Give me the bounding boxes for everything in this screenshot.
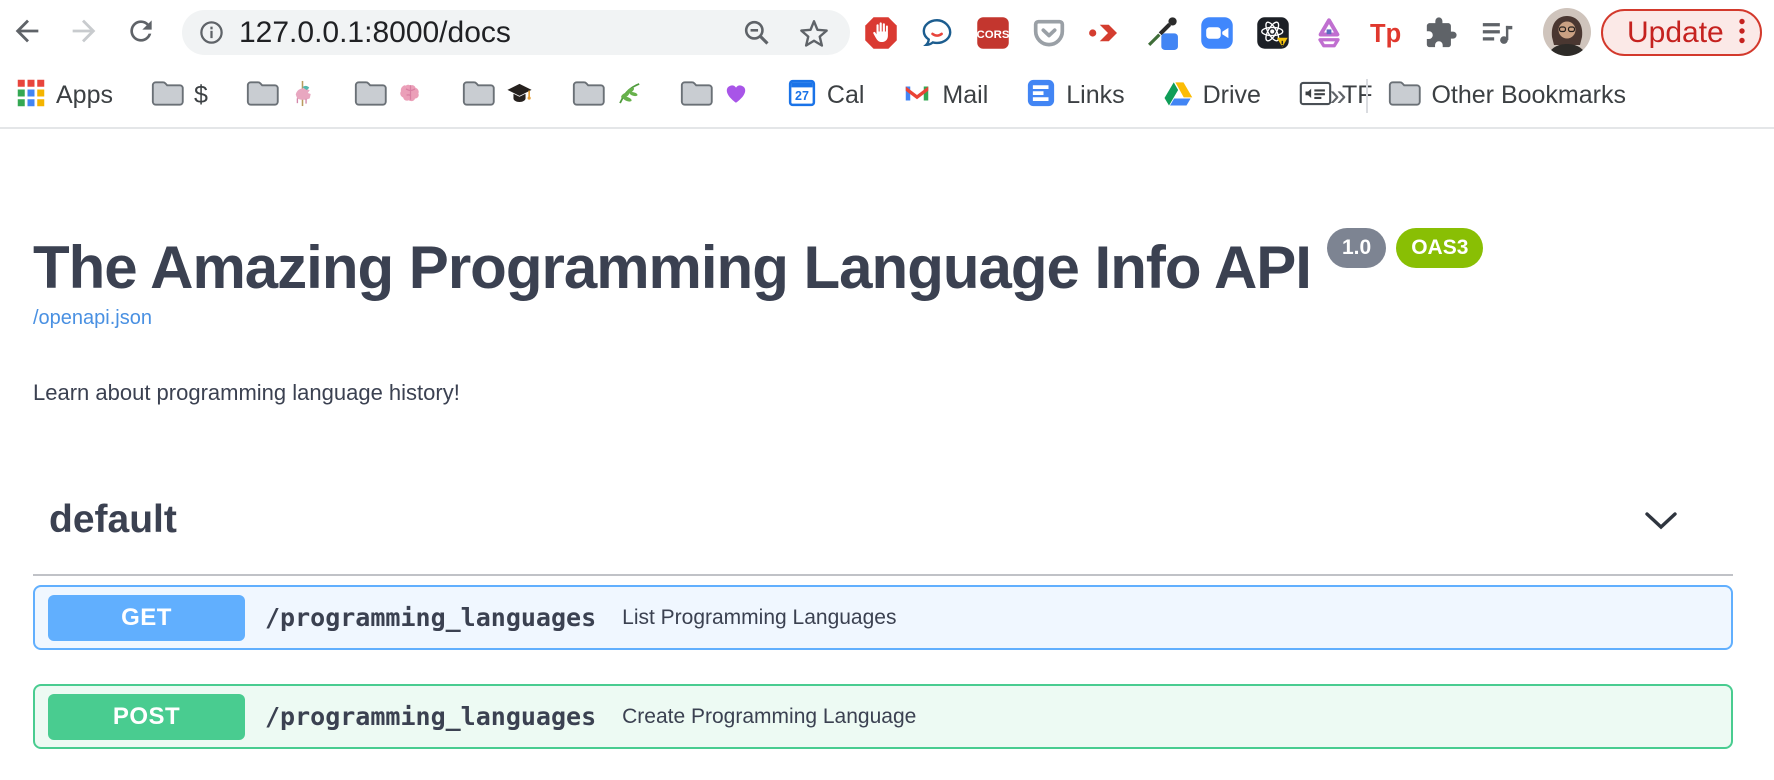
page-title: The Amazing Programming Language Info AP… xyxy=(33,238,1311,298)
endpoint-row-get-programming-languages[interactable]: GET /programming_languages List Programm… xyxy=(33,585,1733,650)
other-bookmarks-label: Other Bookmarks xyxy=(1431,81,1626,110)
zoom-out-icon[interactable] xyxy=(741,17,772,48)
endpoint-summary: Create Programming Language xyxy=(622,705,916,729)
bookmark-apps-label: Apps xyxy=(56,81,113,110)
red-arrow-icon[interactable] xyxy=(1086,14,1124,52)
section-title: default xyxy=(33,498,177,542)
bookmarks-overflow-button[interactable]: » xyxy=(1330,79,1347,113)
bookmark-folder-carousel-horse[interactable] xyxy=(246,80,316,112)
tp-icon-text: Tp xyxy=(1370,20,1401,48)
forward-icon xyxy=(67,14,101,51)
cors-icon[interactable]: CORS xyxy=(974,14,1012,52)
recycle-icon[interactable] xyxy=(1310,14,1348,52)
bookmarks-right-group: » Other Bookmarks xyxy=(1330,79,1626,113)
endpoint-path: /programming_languages xyxy=(265,603,596,632)
cors-icon-text: CORS xyxy=(977,28,1010,40)
info-icon[interactable] xyxy=(198,19,225,46)
bookmarks-divider xyxy=(1366,79,1368,113)
gmail-icon xyxy=(902,78,932,113)
update-button-label: Update xyxy=(1627,16,1724,50)
tp-icon[interactable]: Tp xyxy=(1366,14,1404,52)
version-badge: 1.0 xyxy=(1327,228,1386,268)
folder-icon xyxy=(572,80,605,112)
back-icon xyxy=(10,14,44,51)
folder-icon xyxy=(680,80,713,112)
bookmark-star-icon[interactable] xyxy=(798,17,830,49)
api-description: Learn about programming language history… xyxy=(33,380,460,406)
links-icon xyxy=(1026,78,1056,113)
bookmark-mail-label: Mail xyxy=(942,81,988,110)
dollar-icon: $ xyxy=(194,81,208,110)
hand-blocker-icon[interactable] xyxy=(862,14,900,52)
apps-grid-icon xyxy=(16,78,46,113)
bookmark-folder-herb[interactable] xyxy=(572,80,642,112)
oas3-badge: OAS3 xyxy=(1396,228,1483,268)
endpoint-path: /programming_languages xyxy=(265,702,596,731)
folder-icon xyxy=(246,80,279,112)
bookmark-apps[interactable]: Apps xyxy=(16,78,113,113)
bookmark-drive-label: Drive xyxy=(1203,81,1261,110)
kebab-menu-icon[interactable] xyxy=(1738,17,1746,48)
calendar-icon: 27 xyxy=(787,78,817,113)
reload-icon xyxy=(125,15,157,50)
purple-heart-icon xyxy=(723,80,749,111)
eyedropper-icon[interactable] xyxy=(1142,14,1180,52)
chevron-down-icon[interactable] xyxy=(1644,511,1678,530)
back-button[interactable] xyxy=(5,10,49,54)
section-divider xyxy=(33,574,1733,576)
nav-buttons xyxy=(5,10,163,54)
bookmark-drive[interactable]: Drive xyxy=(1163,78,1261,113)
url-text[interactable]: 127.0.0.1:8000/docs xyxy=(239,16,511,50)
openapi-spec-link[interactable]: /openapi.json xyxy=(33,307,152,330)
profile-avatar[interactable] xyxy=(1543,8,1591,56)
browser-toolbar: 127.0.0.1:8000/docs CORS xyxy=(0,0,1774,64)
method-badge-post: POST xyxy=(48,694,245,740)
puzzle-extensions-icon[interactable] xyxy=(1422,14,1460,52)
pocket-icon[interactable] xyxy=(1030,14,1068,52)
bookmark-links[interactable]: Links xyxy=(1026,78,1124,113)
graduation-cap-icon xyxy=(505,79,534,113)
chat-bubble-icon[interactable] xyxy=(918,14,956,52)
bookmark-mail[interactable]: Mail xyxy=(902,78,988,113)
forward-button[interactable] xyxy=(62,10,106,54)
method-badge-get: GET xyxy=(48,595,245,641)
browser-window: 127.0.0.1:8000/docs CORS xyxy=(0,0,1774,780)
bookmark-folder-graduation-cap[interactable] xyxy=(462,79,534,113)
bookmark-folder-dollar[interactable]: $ xyxy=(151,80,208,112)
endpoint-summary: List Programming Languages xyxy=(622,606,896,630)
brain-icon xyxy=(397,80,424,112)
api-badges: 1.0 OAS3 xyxy=(1327,228,1483,268)
address-bar[interactable]: 127.0.0.1:8000/docs xyxy=(182,10,850,55)
reload-button[interactable] xyxy=(119,10,163,54)
section-header-default[interactable]: default xyxy=(33,492,1733,548)
tf-card-icon xyxy=(1299,80,1332,112)
folder-icon xyxy=(462,80,495,112)
media-queue-icon[interactable] xyxy=(1478,14,1516,52)
react-devtools-icon[interactable] xyxy=(1254,14,1292,52)
bookmarks-bar: Apps $ 27 Cal xyxy=(0,64,1774,129)
extension-icons: CORS Tp xyxy=(862,10,1516,55)
herb-icon xyxy=(615,80,642,112)
video-camera-icon[interactable] xyxy=(1198,14,1236,52)
bookmark-calendar[interactable]: 27 Cal xyxy=(787,78,865,113)
endpoint-row-post-programming-languages[interactable]: POST /programming_languages Create Progr… xyxy=(33,684,1733,749)
drive-icon xyxy=(1163,78,1193,113)
api-title-row: The Amazing Programming Language Info AP… xyxy=(33,238,1483,298)
bookmark-links-label: Links xyxy=(1066,81,1124,110)
calendar-day-text: 27 xyxy=(795,89,809,103)
folder-icon xyxy=(151,80,184,112)
folder-icon xyxy=(354,80,387,112)
bookmark-folder-purple-heart[interactable] xyxy=(680,80,749,112)
other-bookmarks-button[interactable]: Other Bookmarks xyxy=(1388,80,1626,112)
carousel-horse-icon xyxy=(289,80,316,112)
update-button[interactable]: Update xyxy=(1601,9,1762,56)
folder-icon xyxy=(1388,80,1421,112)
bookmark-folder-brain[interactable] xyxy=(354,80,424,112)
bookmark-calendar-label: Cal xyxy=(827,81,865,110)
